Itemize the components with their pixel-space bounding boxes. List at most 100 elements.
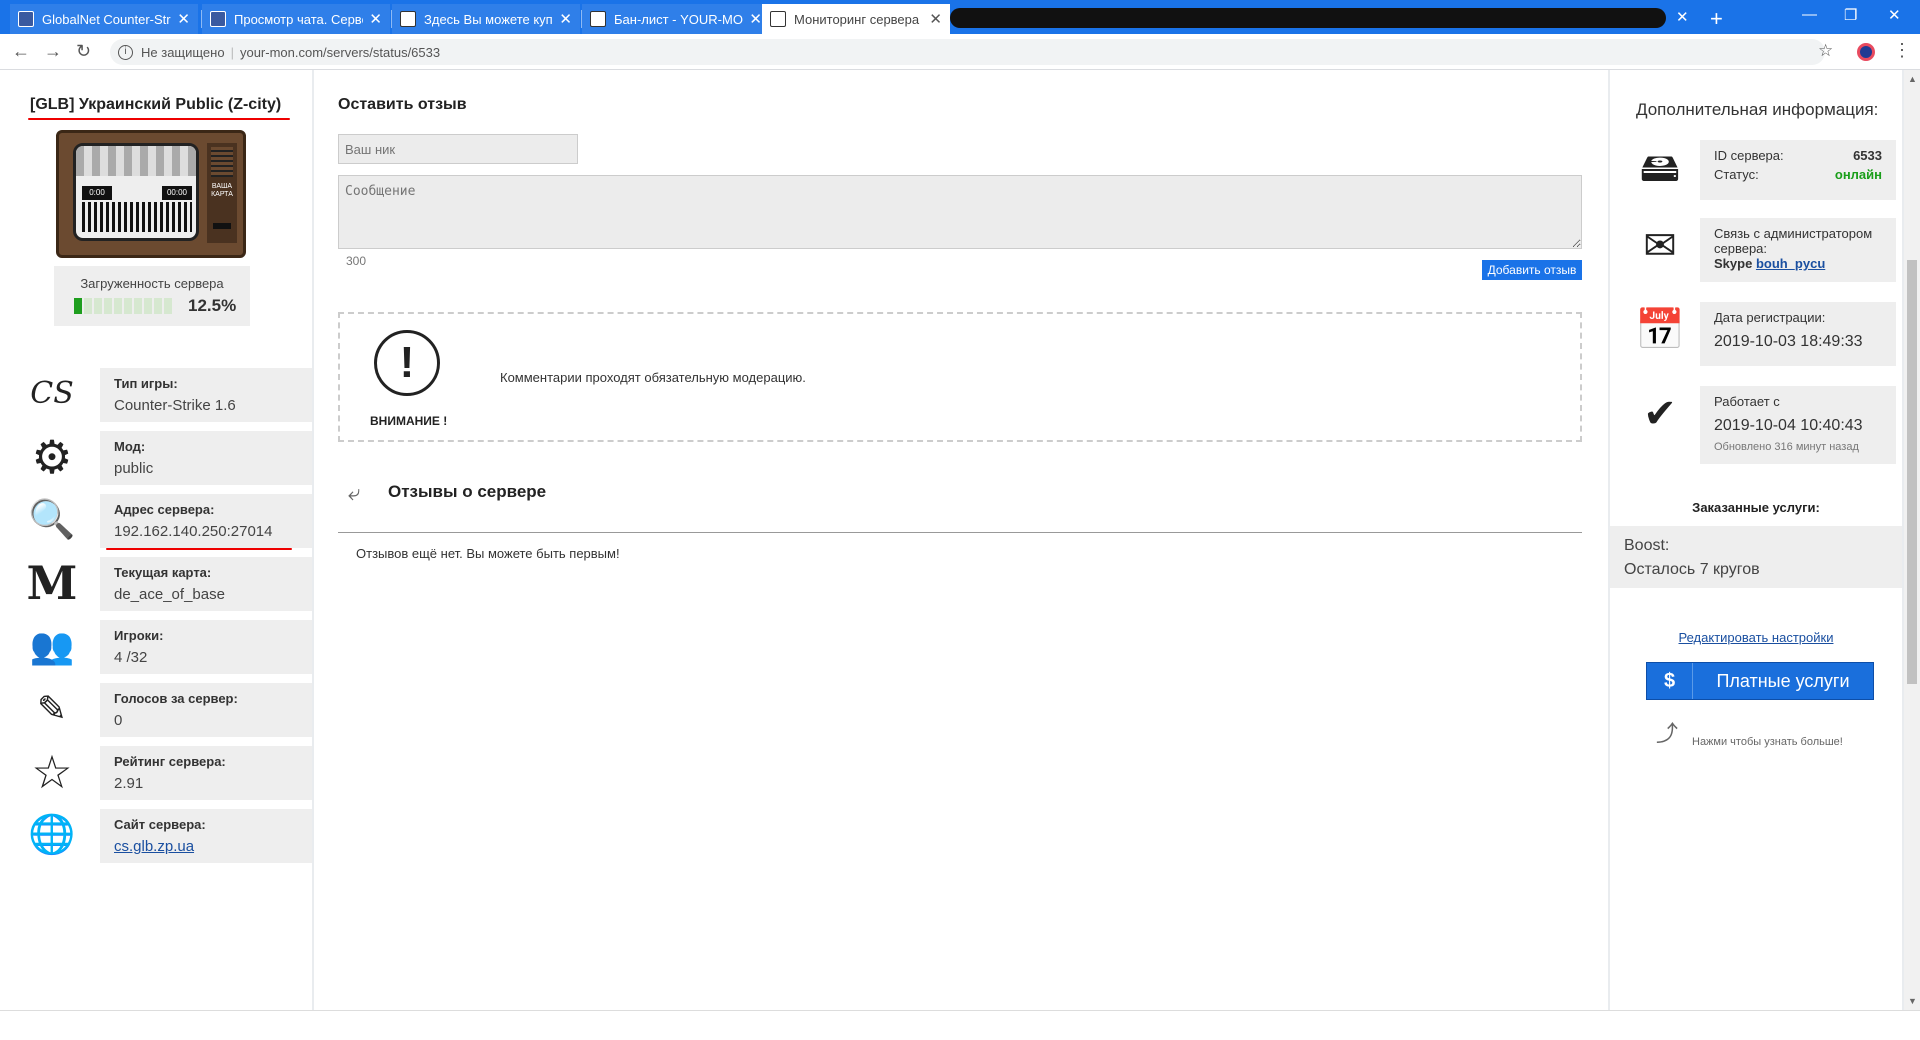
tab-title: Здесь Вы можете купи — [424, 11, 554, 27]
window-close-icon[interactable]: ✕ — [1888, 6, 1901, 24]
red-underline — [28, 118, 290, 120]
close-icon[interactable]: ✕ — [559, 10, 572, 28]
security-label: Не защищено — [141, 44, 225, 60]
check-icon: ✔ — [1643, 392, 1677, 436]
info-mod: ⚙ Мод: public — [0, 429, 312, 485]
address-bar: ← → ↻ i Не защищено | your-mon.com/serve… — [0, 34, 1920, 70]
divider — [338, 532, 1582, 533]
map-m-icon: M — [26, 556, 78, 610]
cs-favicon-icon — [590, 11, 606, 27]
load-segment — [84, 298, 92, 314]
forward-icon[interactable]: → — [44, 41, 62, 62]
extra-info-heading: Дополнительная информация: — [1636, 100, 1879, 119]
info-rating: ☆ Рейтинг сервера: 2.91 — [0, 744, 312, 800]
right-sidebar: Дополнительная информация: 🖴 ID сервера:… — [1610, 70, 1902, 1010]
browser-tab-2[interactable]: Просмотр чата. Серве ✕ — [202, 4, 390, 34]
warning-label: ВНИМАНИЕ ! — [370, 414, 448, 428]
cs-version-icon: CS — [30, 376, 74, 411]
extension-icon[interactable] — [1857, 43, 1875, 61]
cs-favicon-icon — [400, 11, 416, 27]
reload-icon[interactable]: ↻ — [76, 41, 91, 62]
url-input[interactable]: i Не защищено | your-mon.com/servers/sta… — [110, 39, 1825, 65]
load-label: Загруженность сервера — [80, 276, 224, 291]
close-icon[interactable]: ✕ — [749, 10, 762, 28]
scrollbar-thumb[interactable] — [1907, 260, 1917, 684]
minimize-icon[interactable]: — — [1802, 6, 1817, 23]
close-icon[interactable]: ✕ — [929, 10, 942, 28]
info-icon[interactable]: i — [118, 44, 133, 60]
browser-tab-bar: GlobalNet Counter-Stri ✕ Просмотр чата. … — [0, 0, 1920, 34]
load-segment — [154, 298, 162, 314]
skype-link[interactable]: bouh_pycu — [1756, 256, 1825, 271]
load-segment — [94, 298, 102, 314]
left-sidebar: [GLB] Украинский Public (Z-city) 0:00 00… — [0, 70, 312, 1010]
load-segment — [134, 298, 142, 314]
load-segment — [124, 298, 132, 314]
page-bottom — [0, 1010, 1920, 1040]
tab-favicon-icon — [18, 11, 34, 27]
new-tab-icon[interactable]: + — [1710, 6, 1723, 32]
gear-icon: ⚙ — [31, 431, 73, 483]
boost-service: Boost: Осталось 7 кругов — [1610, 526, 1902, 588]
server-address[interactable]: 192.162.140.250:27014 — [114, 523, 298, 540]
paid-services-button[interactable]: $ Платные услуги — [1646, 662, 1874, 700]
players-icon: 👥 — [29, 625, 75, 666]
info-votes: ✎ Голосов за сервер: 0 — [0, 681, 312, 737]
envelope-icon: ✉ — [1643, 224, 1677, 268]
hint-text: Нажми чтобы узнать больше! — [1692, 736, 1843, 748]
close-icon[interactable]: ✕ — [369, 10, 382, 28]
curved-arrow-icon: ⤴ — [1656, 721, 1679, 746]
load-value: 12.5% — [188, 296, 237, 315]
reviews-title: Отзывы о сервере — [388, 482, 547, 501]
back-icon[interactable]: ← — [12, 41, 30, 62]
browser-menu-icon[interactable]: ⋮ — [1893, 40, 1911, 61]
browser-tab-1[interactable]: GlobalNet Counter-Stri ✕ — [10, 4, 198, 34]
add-review-button[interactable]: Добавить отзыв — [1482, 260, 1582, 280]
browser-tab-4[interactable]: Бан-лист - YOUR-MON ✕ — [582, 4, 770, 34]
load-segment — [74, 298, 82, 314]
magnifier-icon: 🔍 — [28, 499, 76, 541]
review-form-title: Оставить отзыв — [338, 96, 467, 113]
load-segment — [164, 298, 172, 314]
server-load: Загруженность сервера 12.5% — [54, 266, 250, 326]
notice-text: Комментарии проходят обязательную модера… — [500, 370, 806, 385]
edit-settings-link[interactable]: Редактировать настройки — [1610, 630, 1902, 645]
calendar-icon: 📅 — [1635, 308, 1685, 352]
load-segment — [144, 298, 152, 314]
close-icon[interactable]: ✕ — [1676, 8, 1689, 26]
tab-favicon-icon — [210, 11, 226, 27]
reviews-empty-text: Отзывов ещё нет. Вы можете быть первым! — [356, 546, 620, 561]
moderation-notice: ! ВНИМАНИЕ ! Комментарии проходят обязат… — [338, 312, 1582, 442]
server-site-link[interactable]: cs.glb.zp.ua — [114, 838, 298, 855]
exclamation-icon: ! — [374, 330, 440, 396]
map-badge: ВАША КАРТА — [211, 183, 233, 198]
globe-icon: 🌐 — [28, 814, 76, 856]
tab-title: Мониторинг сервера — [794, 11, 920, 27]
load-bar — [74, 298, 172, 314]
url-text: your-mon.com/servers/status/6533 — [239, 44, 441, 60]
tab-title: GlobalNet Counter-Stri — [42, 11, 172, 27]
bookmark-star-icon[interactable]: ☆ — [1818, 41, 1833, 61]
browser-tab-active[interactable]: Мониторинг сервера ✕ — [762, 4, 950, 34]
load-segment — [114, 298, 122, 314]
message-input[interactable] — [338, 175, 1582, 249]
close-icon[interactable]: ✕ — [177, 10, 190, 28]
nick-input[interactable] — [338, 134, 578, 164]
cs-favicon-icon — [770, 11, 786, 27]
tab-title: Просмотр чата. Серве — [234, 11, 364, 27]
ordered-services-label: Заказанные услуги: — [1692, 500, 1820, 515]
char-counter: 300 — [346, 254, 367, 268]
browser-tab-3[interactable]: Здесь Вы можете купи ✕ — [392, 4, 580, 34]
page: [GLB] Украинский Public (Z-city) 0:00 00… — [0, 70, 1920, 1040]
map-preview-tv: 0:00 00:00 ВАША КАРТА — [56, 130, 246, 258]
redacted-tabs — [950, 8, 1666, 28]
info-address: 🔍 Адрес сервера: 192.162.140.250:27014 — [0, 492, 312, 548]
server-title: [GLB] Украинский Public (Z-city) — [30, 96, 282, 113]
maximize-icon[interactable]: ❐ — [1844, 6, 1857, 24]
status-badge: онлайн — [1834, 167, 1882, 182]
pen-icon: ✎ — [36, 688, 68, 729]
red-underline — [106, 548, 292, 550]
info-game-type: CS Тип игры: Counter-Strike 1.6 — [0, 366, 312, 422]
vertical-scrollbar[interactable]: ▲ ▼ — [1904, 70, 1920, 1010]
tab-title: Бан-лист - YOUR-MON — [614, 11, 744, 27]
